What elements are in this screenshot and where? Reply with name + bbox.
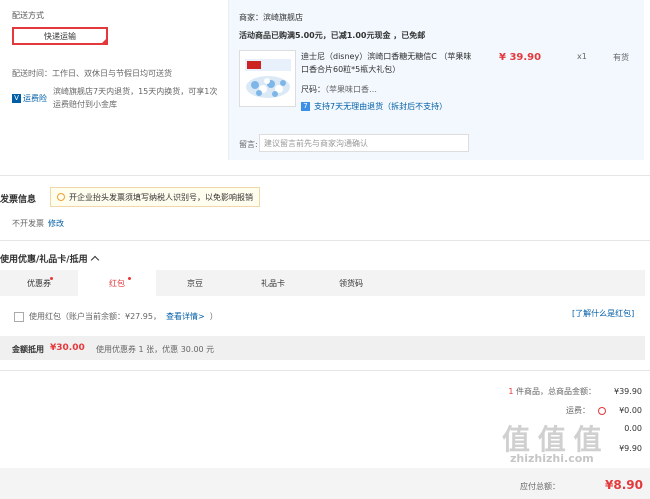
tab-label: 礼品卡 xyxy=(261,278,285,288)
delivery-time: 配送时间：工作日、双休日与节假日均可送货 xyxy=(12,69,172,78)
product-price: ¥ 39.90 xyxy=(499,52,542,63)
shipping-method-button[interactable]: 快递运输 xyxy=(12,27,108,45)
new-dot-icon xyxy=(50,277,53,280)
product-quantity: x1 xyxy=(577,52,587,61)
lightbulb-icon xyxy=(57,193,65,201)
freight-insurance-desc: 滨崎旗舰店7天内退货，15天内换货，可享1次运费赔付到小金库 xyxy=(53,87,218,109)
summary-freight-row: 运费： ¥0.00 xyxy=(470,405,642,416)
invoice-tip-text: 开企业抬头发票须填写纳税人识别号，以免影响报销 xyxy=(69,192,253,202)
invoice-type: 不开发票 xyxy=(12,219,44,228)
shipping-method-label: 快递运输 xyxy=(44,31,76,41)
insurance-icon: V xyxy=(12,93,21,103)
goods-total-value: ¥39.90 xyxy=(614,387,642,396)
product-image[interactable] xyxy=(239,50,296,107)
invoice-value: 不开发票 修改 xyxy=(12,218,64,229)
goods-total-label: 件商品，总商品金额： xyxy=(516,387,596,396)
freight-insurance-tag[interactable]: V 运费险 xyxy=(12,85,47,111)
freight-insurance-label: 运费险 xyxy=(23,93,47,103)
tab-label: 优惠券 xyxy=(27,278,51,288)
redpacket-text: 使用红包（账户当前余额：¥27.95， xyxy=(29,312,161,321)
summary-goods-row: 1 件商品，总商品金额： ¥39.90 xyxy=(476,386,642,397)
return-policy-text: 支持7天无理由退货（拆封后不支持） xyxy=(314,102,448,111)
selected-check-icon xyxy=(100,37,108,45)
invoice-edit-link[interactable]: 修改 xyxy=(48,219,64,228)
freight-insurance: V 运费险 滨崎旗舰店7天内退货，15天内换货，可享1次运费赔付到小金库 xyxy=(12,85,222,111)
shipping-title: 配送方式 xyxy=(12,11,44,20)
tab-4[interactable]: 领货码 xyxy=(312,270,390,296)
divider xyxy=(0,370,650,371)
discount-amount: ¥30.00 xyxy=(50,343,85,353)
discount-note: 使用优惠券 1 张，优惠 30.00 元 xyxy=(96,345,215,354)
tab-2[interactable]: 京豆 xyxy=(156,270,234,296)
tab-1[interactable]: 红包 xyxy=(78,270,156,296)
learn-redpacket-link[interactable]: [了解什么是红包] xyxy=(572,308,634,319)
pay-total-amount: ¥8.90 xyxy=(605,478,643,492)
invoice-title: 发票信息 xyxy=(0,195,37,205)
new-dot-icon xyxy=(128,277,131,280)
invoice-tip: 开企业抬头发票须填写纳税人识别号，以免影响报销 xyxy=(50,187,260,207)
stock-status: 有货 xyxy=(613,53,629,62)
remark-label: 留言: xyxy=(239,140,258,149)
redpacket-details-link[interactable]: 查看详情> xyxy=(166,311,205,322)
size-value: （苹果味口香… xyxy=(325,85,377,94)
discount-label: 金额抵用 xyxy=(12,345,44,354)
goods-count-label: 1 件商品，总商品金额： xyxy=(476,386,596,397)
tab-3[interactable]: 礼品卡 xyxy=(234,270,312,296)
coupon-tabs: 优惠券 红包 京豆 礼品卡 领货码 xyxy=(0,270,645,296)
product-name[interactable]: 迪士尼（disney）滨崎口香糖无糖信C （苹果味口香合片60粒*5瓶大礼包） xyxy=(301,50,473,76)
tab-0[interactable]: 优惠券 xyxy=(0,270,78,296)
coupons-title[interactable]: 使用优惠/礼品卡/抵用 xyxy=(0,252,99,265)
return-icon: 7 xyxy=(301,102,310,111)
remark-input[interactable] xyxy=(259,134,469,152)
product-size: 尺码：（苹果味口香… xyxy=(301,84,377,95)
size-label: 尺码： xyxy=(301,85,325,94)
divider xyxy=(0,240,650,241)
coupons-title-text: 使用优惠/礼品卡/抵用 xyxy=(0,255,88,265)
candy-image-icon xyxy=(244,58,291,98)
tab-label: 京豆 xyxy=(187,278,203,288)
watermark-url: zhizhizhi.com xyxy=(510,452,594,465)
freight-label: 运费： xyxy=(566,406,590,415)
tab-label: 领货码 xyxy=(339,278,363,288)
goods-count: 1 xyxy=(508,387,514,396)
redpacket-close-paren: ） xyxy=(209,312,218,321)
pay-total-label: 应付总额： xyxy=(520,482,560,491)
order-card: 商家：滨崎旗舰店 活动商品已购满5.00元，已减1.00元现金 ，已免邮 迪士尼… xyxy=(228,0,644,160)
freight-value: ¥0.00 xyxy=(619,406,642,415)
merchant-name: 商家：滨崎旗舰店 xyxy=(239,13,303,22)
tab-label: 红包 xyxy=(109,278,125,288)
redpacket-option: 使用红包（账户当前余额：¥27.95， 查看详情> ） xyxy=(14,311,218,322)
divider xyxy=(0,175,650,176)
redpacket-checkbox[interactable] xyxy=(14,311,24,322)
chevron-up-icon xyxy=(90,255,99,265)
info-icon[interactable] xyxy=(598,406,606,415)
promo-text: 活动商品已购满5.00元，已减1.00元现金 ，已免邮 xyxy=(239,31,426,40)
return-policy: 7 支持7天无理由退货（拆封后不支持） xyxy=(301,101,447,112)
